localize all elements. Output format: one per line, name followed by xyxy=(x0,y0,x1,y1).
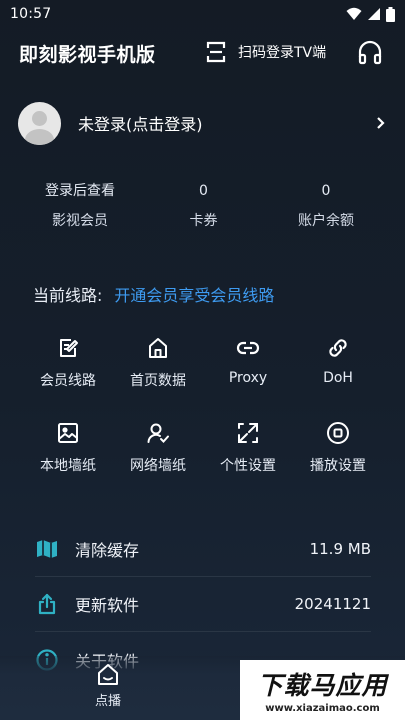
status-bar: 10:57 xyxy=(0,0,405,28)
scan-login-label: 扫码登录TV端 xyxy=(238,45,327,61)
current-line-label: 当前线路: xyxy=(33,286,103,305)
settings-label: 更新软件 xyxy=(75,596,140,615)
version-value: 20241121 xyxy=(294,595,371,613)
settings-row-update[interactable]: 更新软件 20241121 xyxy=(35,577,371,632)
map-icon xyxy=(37,540,57,558)
grid-item-personalize[interactable]: 个性设置 xyxy=(203,415,293,500)
edit-doc-icon xyxy=(60,339,78,357)
grid-label: 会员线路 xyxy=(40,373,96,389)
stat-vip[interactable]: 登录后查看 影视会员 xyxy=(0,178,160,238)
scan-icon xyxy=(206,41,226,63)
grid-label: 网络墙纸 xyxy=(130,458,186,474)
stat-value: 0 xyxy=(199,183,208,199)
grid-item-proxy[interactable]: Proxy xyxy=(203,330,293,415)
user-login-row[interactable]: 未登录(点击登录) xyxy=(18,100,388,146)
share-icon xyxy=(38,593,56,615)
battery-icon xyxy=(386,6,395,22)
cache-size-value: 11.9 MB xyxy=(309,540,371,558)
status-time: 10:57 xyxy=(10,6,52,22)
watermark-url: www.xiazaimao.com xyxy=(265,703,380,714)
grid-label: 个性设置 xyxy=(220,458,276,474)
settings-label: 清除缓存 xyxy=(75,541,140,560)
avatar xyxy=(18,101,61,145)
nav-tab-vod[interactable]: 点播 xyxy=(88,662,128,709)
stat-label: 账户余额 xyxy=(298,213,354,229)
chain-link-icon xyxy=(329,339,347,357)
settings-row-clear-cache[interactable]: 清除缓存 11.9 MB xyxy=(35,522,371,577)
customer-service-button[interactable] xyxy=(357,40,383,70)
wifi-icon xyxy=(346,7,362,20)
home-tab-icon xyxy=(98,664,118,685)
status-icons xyxy=(346,6,395,22)
stat-label: 影视会员 xyxy=(52,213,108,229)
grid-label: Proxy xyxy=(228,370,268,386)
grid-item-vip-line[interactable]: 会员线路 xyxy=(23,330,113,415)
grid-item-network-wallpaper[interactable]: 网络墙纸 xyxy=(113,415,203,500)
user-name: 未登录(点击登录) xyxy=(78,115,203,134)
chevron-right-icon xyxy=(377,117,385,129)
watermark: 下载马应用 www.xiazaimao.com xyxy=(240,660,405,720)
account-stats: 登录后查看 影视会员 0 卡券 0 账户余额 xyxy=(0,178,405,238)
grid-item-doh[interactable]: DoH xyxy=(293,330,383,415)
grid-label: 本地墙纸 xyxy=(40,458,96,474)
watermark-title: 下载马应用 xyxy=(257,671,388,700)
vip-line-link[interactable]: 开通会员享受会员线路 xyxy=(114,282,274,306)
function-grid: 会员线路 首页数据 Proxy DoH 本地墙纸 网络墙纸 个性设置 播放设置 xyxy=(23,330,383,500)
stat-balance[interactable]: 0 账户余额 xyxy=(247,178,405,238)
grid-item-local-wallpaper[interactable]: 本地墙纸 xyxy=(23,415,113,500)
app-title: 即刻影视手机版 xyxy=(19,44,156,66)
stat-value: 0 xyxy=(321,183,331,199)
headset-icon xyxy=(358,40,382,65)
grid-label: 首页数据 xyxy=(130,373,186,389)
current-line-row: 当前线路: 开通会员享受会员线路 xyxy=(33,282,274,306)
stat-value: 登录后查看 xyxy=(45,183,115,199)
grid-item-playback-settings[interactable]: 播放设置 xyxy=(293,415,383,500)
home-icon xyxy=(149,338,167,358)
scan-login-tv-button[interactable]: 扫码登录TV端 xyxy=(204,40,326,64)
link-icon xyxy=(236,341,260,355)
header: 即刻影视手机版 扫码登录TV端 xyxy=(0,30,405,78)
signal-icon xyxy=(368,8,380,20)
image-icon xyxy=(58,423,78,443)
expand-icon xyxy=(238,423,258,443)
grid-label: DoH xyxy=(323,370,353,386)
nav-label: 点播 xyxy=(94,694,121,709)
stop-circle-icon xyxy=(327,422,349,444)
stat-label: 卡券 xyxy=(189,213,218,229)
user-check-icon xyxy=(147,423,169,443)
grid-label: 播放设置 xyxy=(310,458,366,474)
stat-coupons[interactable]: 0 卡券 xyxy=(160,178,247,238)
grid-item-home-data[interactable]: 首页数据 xyxy=(113,330,203,415)
